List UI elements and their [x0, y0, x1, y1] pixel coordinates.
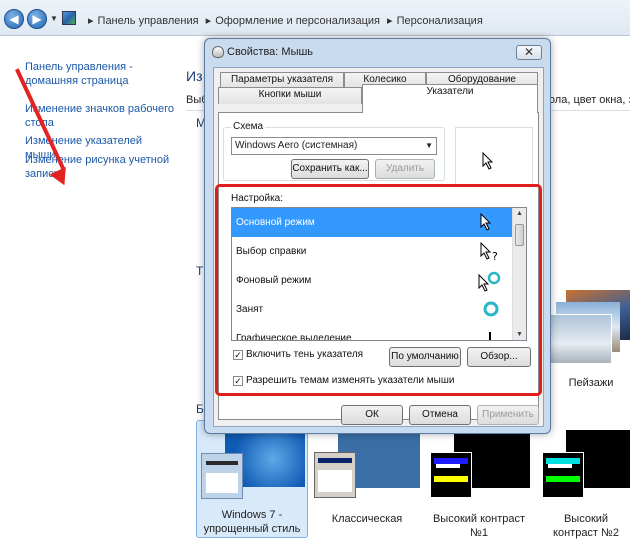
breadcrumb-item[interactable]: Персонализация [397, 15, 483, 27]
annotation-highlight-box [215, 184, 542, 396]
address-bar: ◀ ▶ ▼ ▸ Панель управления ▸ Оформление и п… [0, 0, 630, 36]
apply-button[interactable]: Применить [477, 405, 539, 425]
theme-landscapes[interactable] [548, 290, 630, 370]
scheme-select[interactable]: Windows Aero (системная) ▼ [231, 137, 437, 155]
section-label-basic-themes: Б [196, 402, 204, 416]
theme-label: Windows 7 - упрощенный стиль [203, 509, 301, 535]
theme-label: Классическая [331, 513, 403, 525]
control-panel-icon [62, 11, 76, 25]
breadcrumb-item[interactable]: Оформление и персонализация [215, 15, 380, 27]
theme-classic[interactable] [312, 430, 422, 508]
tab-pointers[interactable]: Указатели [362, 84, 538, 113]
sidebar-link-account-picture[interactable]: Изменение рисунка учетной записи [25, 153, 175, 181]
cancel-button[interactable]: Отмена [409, 405, 471, 425]
page-subtitle-tail: тола, цвет окна, зв [544, 94, 630, 106]
arrow-cursor-icon [482, 152, 494, 170]
page-title: Из [186, 68, 203, 84]
save-as-button[interactable]: Сохранить как... [291, 159, 369, 179]
sidebar-link-desktop-icons[interactable]: Изменение значков рабочего стола [25, 102, 175, 130]
ok-button[interactable]: ОК [341, 405, 403, 425]
tab-pointer-options[interactable]: Параметры указателя [220, 72, 344, 87]
theme-high-contrast-1[interactable] [428, 430, 530, 508]
breadcrumb: ▸ Панель управления ▸ Оформление и персона… [88, 15, 483, 27]
theme-label: Высокий контраст №1 [432, 513, 526, 539]
scheme-label: Схема [231, 121, 266, 132]
chevron-down-icon: ▼ [425, 141, 433, 150]
theme-label: Высокий контраст №2 [553, 513, 619, 539]
back-button[interactable]: ◀ [4, 9, 24, 29]
recent-pages-dropdown-icon[interactable]: ▼ [50, 14, 58, 23]
scheme-select-value: Windows Aero (системная) [235, 140, 358, 151]
dialog-title: Свойства: Мышь [227, 46, 314, 58]
customize-label: Настройка: [229, 193, 286, 204]
tab-buttons[interactable]: Кнопки мыши [218, 87, 362, 104]
sidebar: Панель управления - домашняя страница Из… [0, 36, 180, 558]
sidebar-link-home[interactable]: Панель управления - домашняя страница [25, 60, 175, 88]
theme-high-contrast-2[interactable] [540, 430, 630, 508]
forward-button[interactable]: ▶ [27, 9, 47, 29]
delete-button[interactable]: Удалить [375, 159, 435, 179]
section-label-installed-themes: Т [196, 264, 204, 278]
cursor-preview [455, 127, 533, 187]
theme-label: Пейзажи [568, 377, 614, 389]
close-button[interactable]: ✕ [516, 45, 542, 60]
mouse-icon [212, 46, 224, 58]
breadcrumb-item[interactable]: Панель управления [98, 15, 199, 27]
